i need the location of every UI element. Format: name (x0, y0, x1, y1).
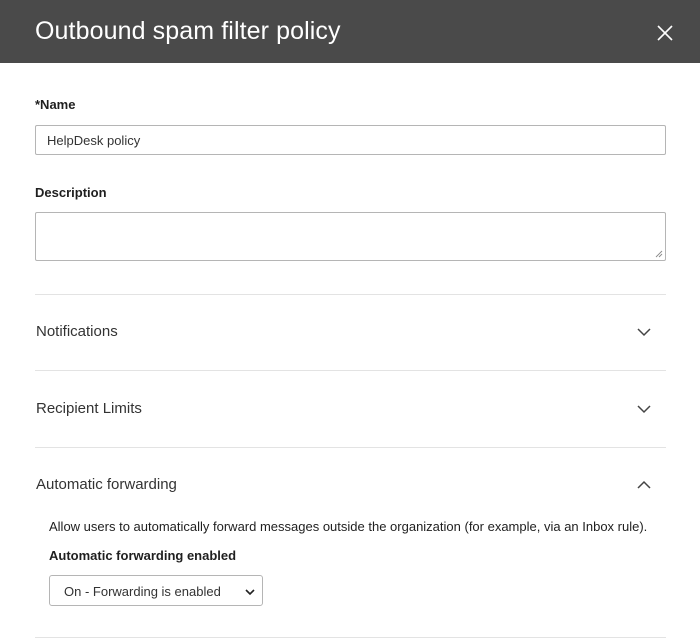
chevron-down-icon (245, 589, 255, 596)
section-notifications[interactable]: Notifications (35, 312, 666, 352)
divider (35, 370, 666, 371)
panel-header: Outbound spam filter policy (0, 0, 700, 63)
divider (35, 447, 666, 448)
forwarding-select[interactable]: On - Forwarding is enabled (49, 575, 263, 606)
description-textarea[interactable] (35, 212, 666, 261)
section-title: Recipient Limits (36, 400, 142, 417)
divider (35, 637, 666, 638)
panel-title: Outbound spam filter policy (35, 17, 341, 45)
resize-grip-icon[interactable] (655, 250, 663, 258)
name-input[interactable] (35, 125, 666, 155)
chevron-down-icon (637, 405, 651, 414)
divider (35, 294, 666, 295)
section-recipient-limits[interactable]: Recipient Limits (35, 389, 666, 429)
chevron-down-icon (637, 328, 651, 337)
name-label: *Name (35, 97, 76, 112)
forwarding-select-value: On - Forwarding is enabled (64, 584, 221, 599)
close-button[interactable] (653, 21, 677, 45)
description-label: Description (35, 185, 107, 200)
section-automatic-forwarding[interactable]: Automatic forwarding (35, 465, 666, 505)
section-title: Notifications (36, 323, 118, 340)
forwarding-description: Allow users to automatically forward mes… (49, 519, 648, 534)
chevron-up-icon (637, 480, 651, 489)
close-icon (657, 25, 673, 41)
section-title: Automatic forwarding (36, 476, 177, 493)
forwarding-select-label: Automatic forwarding enabled (49, 548, 237, 563)
